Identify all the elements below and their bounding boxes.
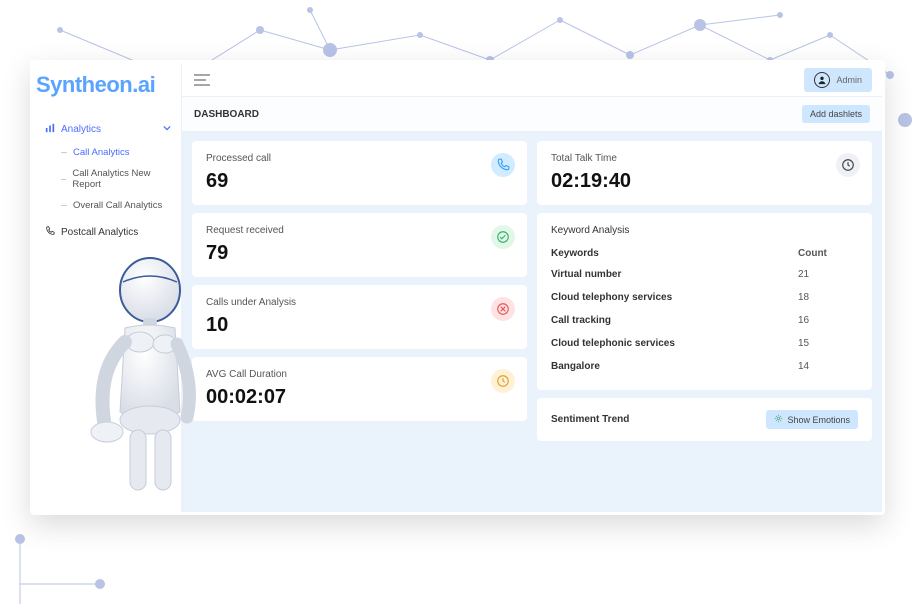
sidebar-item-call-analytics-new-report[interactable]: Call Analytics New Report — [33, 163, 181, 195]
count-cell: 15 — [798, 338, 858, 349]
card-value: 02:19:40 — [551, 170, 858, 193]
top-bar: Admin — [182, 63, 882, 97]
phone-icon — [45, 226, 55, 239]
x-circle-icon — [491, 297, 515, 321]
sidebar-item-call-analytics[interactable]: Call Analytics — [33, 142, 181, 163]
count-cell: 21 — [798, 269, 858, 280]
sidebar-item-label: Postcall Analytics — [61, 227, 138, 238]
sidebar-item-overall-call-analytics[interactable]: Overall Call Analytics — [33, 195, 181, 216]
title-bar: DASHBOARD Add dashlets — [182, 97, 882, 131]
add-dashlets-button[interactable]: Add dashlets — [802, 105, 870, 123]
sidebar-item-label: Analytics — [61, 124, 101, 135]
brand-logo: Syntheon.ai — [36, 72, 155, 98]
sidebar-item-label: Overall Call Analytics — [73, 200, 162, 211]
sidebar: Analytics Call Analytics Call Analytics … — [33, 63, 181, 512]
count-cell: 14 — [798, 361, 858, 372]
phone-icon — [491, 153, 515, 177]
table-row: Virtual number 21 — [551, 263, 858, 286]
card-title: Total Talk Time — [551, 153, 858, 164]
card-calls-under-analysis: Calls under Analysis 10 — [192, 285, 527, 349]
sidebar-item-analytics[interactable]: Analytics — [33, 117, 181, 142]
table-row: Cloud telephony services 18 — [551, 286, 858, 309]
card-value: 79 — [206, 242, 513, 265]
card-title: Request received — [206, 225, 513, 236]
user-menu[interactable]: Admin — [804, 68, 872, 92]
app-window: Analytics Call Analytics Call Analytics … — [30, 60, 885, 515]
right-column: Total Talk Time 02:19:40 Keyword Analysi… — [537, 141, 872, 502]
sidebar-item-label: Call Analytics New Report — [72, 168, 171, 190]
table-head: Keywords Count — [551, 244, 858, 263]
avatar-icon — [814, 72, 830, 88]
table-col-keywords: Keywords — [551, 248, 798, 259]
table-row: Cloud telephonic services 15 — [551, 332, 858, 355]
card-title: AVG Call Duration — [206, 369, 513, 380]
card-value: 69 — [206, 170, 513, 193]
gear-icon — [774, 414, 783, 425]
card-sentiment-trend: Sentiment Trend Show Emotions — [537, 398, 872, 441]
button-label: Show Emotions — [787, 415, 850, 425]
page-title: DASHBOARD — [194, 109, 259, 120]
card-total-talk-time: Total Talk Time 02:19:40 — [537, 141, 872, 205]
dash-icon — [61, 179, 66, 180]
clock-icon — [491, 369, 515, 393]
table-col-count: Count — [798, 248, 858, 259]
keyword-cell: Cloud telephony services — [551, 292, 798, 303]
card-avg-call-duration: AVG Call Duration 00:02:07 — [192, 357, 527, 421]
card-keyword-analysis: Keyword Analysis Keywords Count Virtual … — [537, 213, 872, 390]
count-cell: 16 — [798, 315, 858, 326]
decorative-bottom-left — [0, 509, 200, 609]
keyword-cell: Virtual number — [551, 269, 798, 280]
dash-icon — [61, 205, 67, 206]
dash-icon — [61, 152, 67, 153]
left-column: Processed call 69 Request received 79 Ca… — [192, 141, 527, 502]
show-emotions-button[interactable]: Show Emotions — [766, 410, 858, 429]
card-value: 10 — [206, 314, 513, 337]
card-title: Calls under Analysis — [206, 297, 513, 308]
count-cell: 18 — [798, 292, 858, 303]
card-request-received: Request received 79 — [192, 213, 527, 277]
bar-chart-icon — [45, 123, 55, 136]
card-processed-call: Processed call 69 — [192, 141, 527, 205]
keyword-cell: Bangalore — [551, 361, 798, 372]
table-row: Bangalore 14 — [551, 355, 858, 378]
card-title: Keyword Analysis — [551, 225, 858, 236]
sidebar-item-postcall-analytics[interactable]: Postcall Analytics — [33, 220, 181, 245]
card-title: Processed call — [206, 153, 513, 164]
main-column: Admin DASHBOARD Add dashlets Processed c… — [181, 63, 882, 512]
keyword-table: Keywords Count Virtual number 21 Cloud t… — [551, 244, 858, 378]
check-circle-icon — [491, 225, 515, 249]
keyword-cell: Call tracking — [551, 315, 798, 326]
hamburger-icon — [194, 74, 210, 86]
sidebar-item-label: Call Analytics — [73, 147, 130, 158]
keyword-cell: Cloud telephonic services — [551, 338, 798, 349]
table-row: Call tracking 16 — [551, 309, 858, 332]
dashboard-content: Processed call 69 Request received 79 Ca… — [182, 131, 882, 512]
user-label: Admin — [836, 75, 862, 85]
card-value: 00:02:07 — [206, 386, 513, 409]
card-title: Sentiment Trend — [551, 414, 629, 425]
menu-toggle-button[interactable] — [194, 74, 210, 86]
chevron-down-icon — [163, 124, 171, 135]
clock-icon — [836, 153, 860, 177]
